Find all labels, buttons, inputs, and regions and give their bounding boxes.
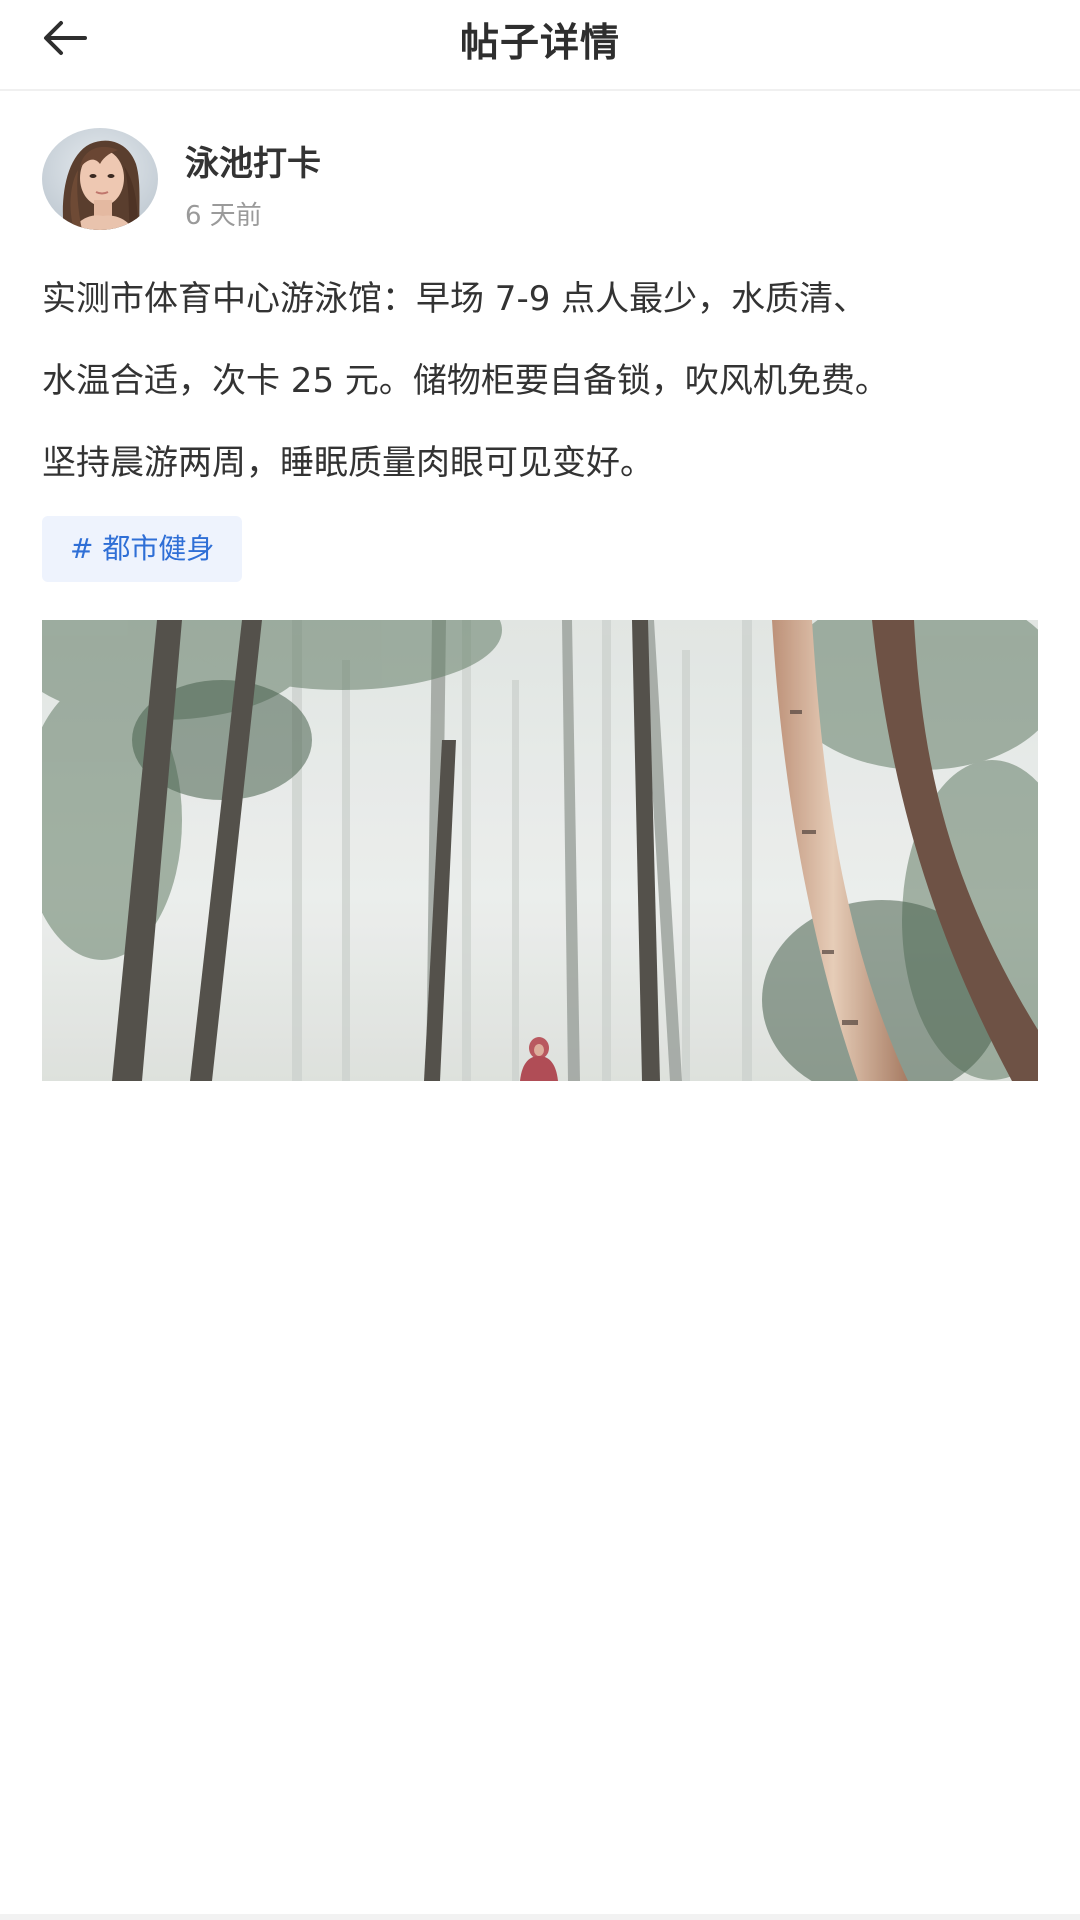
bottom-divider bbox=[0, 1914, 1080, 1920]
post-time: 6 天前 bbox=[185, 201, 262, 231]
post-detail-page: 帖子详情 泳池打卡 6 天前 实测市体育中心游泳馆：早场 7-9 点人最少，水质… bbox=[0, 0, 1080, 1920]
post-line: 实测市体育中心游泳馆：早场 7-9 点人最少，水质清、 bbox=[42, 279, 868, 319]
author-name[interactable]: 泳池打卡 bbox=[185, 136, 321, 185]
page-title: 帖子详情 bbox=[459, 21, 620, 66]
post-line: 水温合适，次卡 25 元。储物柜要自备锁，吹风机免费。 bbox=[42, 361, 889, 401]
post-image[interactable] bbox=[42, 620, 1038, 1081]
topic-tag[interactable]: # 都市健身 bbox=[42, 516, 243, 582]
post-line: 坚持晨游两周，睡眠质量肉眼可见变好。 bbox=[42, 443, 654, 483]
avatar[interactable] bbox=[42, 128, 158, 230]
post-content: 实测市体育中心游泳馆：早场 7-9 点人最少，水质清、 水温合适，次卡 25 元… bbox=[42, 258, 1032, 504]
top-bar: 帖子详情 bbox=[0, 0, 1080, 91]
